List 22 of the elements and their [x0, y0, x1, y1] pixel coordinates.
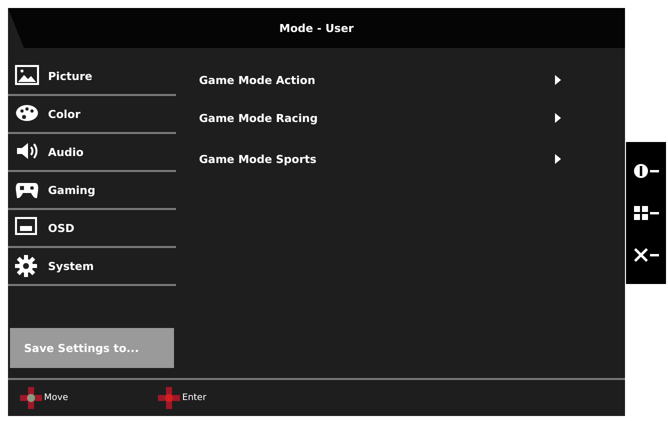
sidebar-item[interactable]: Gaming: [8, 172, 176, 210]
triangle-right-icon: [555, 75, 561, 85]
hint-label: Move: [44, 393, 68, 403]
window-title: Mode - User: [279, 22, 354, 34]
grid-icon[interactable]: [633, 204, 659, 222]
direction-pad-icon: [20, 387, 42, 409]
sidebar-item[interactable]: Picture: [8, 58, 176, 96]
sidebar-item[interactable]: System: [8, 248, 176, 286]
sidebar-item[interactable]: Audio: [8, 134, 176, 172]
menu-item[interactable]: Game Mode Action: [199, 74, 316, 86]
sidebar-item[interactable]: Color: [8, 96, 176, 134]
direction-pad-icon: [158, 387, 180, 409]
menu-item[interactable]: Game Mode Racing: [199, 112, 318, 124]
picture-icon: [15, 65, 39, 87]
sidebar-item[interactable]: OSD: [8, 210, 176, 248]
close-icon[interactable]: [633, 246, 659, 264]
gear-icon: [15, 255, 39, 277]
triangle-right-icon: [555, 113, 561, 123]
triangle-right-icon: [555, 154, 561, 164]
info-icon[interactable]: [633, 162, 659, 180]
menu-item[interactable]: Game Mode Sports: [199, 152, 316, 166]
hint-label: Enter: [182, 393, 206, 403]
